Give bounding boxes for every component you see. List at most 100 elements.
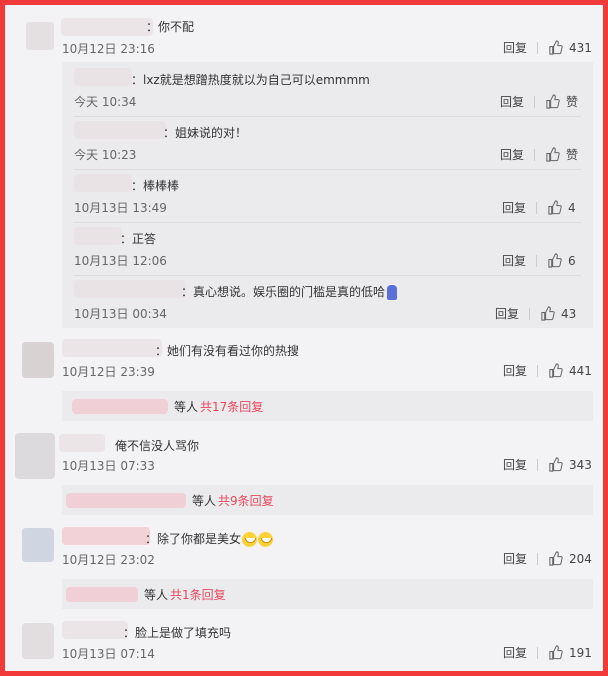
avatar[interactable] xyxy=(22,528,54,562)
blurred-username xyxy=(66,492,186,508)
divider xyxy=(529,307,531,320)
comment-actions: 回复 191 xyxy=(503,644,592,661)
reply-text: ：棒棒棒 xyxy=(131,179,180,193)
grin-emoji-icon xyxy=(242,532,258,547)
like-button[interactable]: 441 xyxy=(548,363,592,378)
divider xyxy=(74,222,581,223)
comment-time: 10月13日 07:33 xyxy=(62,459,155,473)
blurred-username xyxy=(72,398,168,414)
blurred-username[interactable] xyxy=(62,339,162,357)
more-replies-link[interactable]: 共9条回复 xyxy=(218,492,274,509)
reply-text: ：lxz就是想蹭热度就以为自己可以emmmm xyxy=(131,73,370,87)
comment-time: 10月12日 23:16 xyxy=(62,42,155,56)
thumbs-up-icon xyxy=(548,253,562,268)
reply-button[interactable]: 回复 xyxy=(500,93,524,110)
divider xyxy=(534,148,536,161)
avatar[interactable] xyxy=(15,433,55,479)
divider xyxy=(537,41,539,54)
thumbs-up-icon xyxy=(549,457,563,472)
thumbs-up-icon xyxy=(548,200,562,215)
comment-time: 10月12日 23:39 xyxy=(62,365,155,379)
reply-time: 10月13日 00:34 xyxy=(74,307,167,321)
blurred-username[interactable] xyxy=(62,527,150,545)
avatar[interactable] xyxy=(26,22,54,50)
like-count: 4 xyxy=(568,200,576,215)
like-button[interactable]: 4 xyxy=(547,200,576,215)
reply-time: 今天 10:23 xyxy=(74,148,137,162)
reply-button[interactable]: 回复 xyxy=(495,305,519,322)
like-button[interactable]: 431 xyxy=(548,40,592,55)
reply-time: 10月13日 13:49 xyxy=(74,201,167,215)
blurred-username[interactable] xyxy=(61,18,153,36)
like-count: 191 xyxy=(569,645,592,660)
reply-time: 10月13日 12:06 xyxy=(74,254,167,268)
like-label: 赞 xyxy=(566,148,579,162)
like-button[interactable]: 191 xyxy=(548,645,592,660)
comment-actions: 回复 431 xyxy=(503,39,592,56)
divider xyxy=(537,458,539,471)
more-replies-bar: 等人 共17条回复 xyxy=(62,391,593,421)
comment-time: 10月13日 07:14 xyxy=(62,647,155,661)
reply-actions: 回复 4 xyxy=(502,199,576,216)
thumbs-up-icon xyxy=(549,551,563,566)
reply-button[interactable]: 回复 xyxy=(502,252,526,269)
reply-actions: 回复 6 xyxy=(502,252,576,269)
hourglass-emoji-icon xyxy=(387,285,398,300)
more-replies-prefix: 等人 xyxy=(174,399,199,414)
blurred-username[interactable] xyxy=(74,227,122,245)
reply-button[interactable]: 回复 xyxy=(503,550,527,567)
like-count: 43 xyxy=(561,306,577,321)
reply-actions: 回复 赞 xyxy=(500,146,578,163)
blurred-username[interactable] xyxy=(74,280,186,298)
blurred-username[interactable] xyxy=(59,434,105,452)
like-count: 6 xyxy=(568,253,576,268)
more-replies-bar: 等人 共9条回复 xyxy=(62,485,593,515)
divider xyxy=(537,552,539,565)
divider xyxy=(536,201,538,214)
blurred-username xyxy=(66,586,138,602)
divider xyxy=(537,646,539,659)
reply-actions: 回复 赞 xyxy=(500,93,578,110)
more-replies-link[interactable]: 共17条回复 xyxy=(200,398,263,415)
like-button[interactable]: 43 xyxy=(540,306,576,321)
blurred-username[interactable] xyxy=(74,121,166,139)
more-replies-bar: 等人 共1条回复 xyxy=(62,579,593,609)
avatar[interactable] xyxy=(22,342,54,378)
reply-button[interactable]: 回复 xyxy=(502,199,526,216)
divider xyxy=(536,254,538,267)
like-count: 431 xyxy=(569,40,592,55)
like-button[interactable]: 204 xyxy=(548,551,592,566)
comment-panel: ：你不配 10月12日 23:16 回复 431 ：lxz就是想蹭热度就以为自己… xyxy=(0,0,608,676)
reply-button[interactable]: 回复 xyxy=(500,146,524,163)
like-button[interactable]: 赞 xyxy=(545,146,578,163)
reply-button[interactable]: 回复 xyxy=(503,39,527,56)
blurred-username[interactable] xyxy=(74,68,132,86)
comment-text: ：你不配 xyxy=(146,20,195,34)
like-count: 441 xyxy=(569,363,592,378)
blurred-username[interactable] xyxy=(74,174,132,192)
more-replies-link[interactable]: 共1条回复 xyxy=(170,586,226,603)
reply-button[interactable]: 回复 xyxy=(503,644,527,661)
reply-button[interactable]: 回复 xyxy=(503,362,527,379)
divider xyxy=(74,275,581,276)
reply-button[interactable]: 回复 xyxy=(503,456,527,473)
avatar[interactable] xyxy=(22,623,54,659)
divider xyxy=(74,169,581,170)
comment-actions: 回复 204 xyxy=(503,550,592,567)
comment-text: 俺不信没人骂你 xyxy=(115,439,200,453)
like-label: 赞 xyxy=(566,95,579,109)
thumbs-up-icon xyxy=(549,40,563,55)
blurred-username[interactable] xyxy=(62,621,128,639)
grin-emoji-icon xyxy=(258,532,274,547)
reply-actions: 回复 43 xyxy=(495,305,576,322)
comment-actions: 回复 441 xyxy=(503,362,592,379)
like-button[interactable]: 343 xyxy=(548,457,592,472)
like-count: 204 xyxy=(569,551,592,566)
like-button[interactable]: 赞 xyxy=(545,93,578,110)
thumbs-up-icon xyxy=(549,363,563,378)
comment-text: ：脸上是做了填充吗 xyxy=(123,626,232,640)
reply-text: ：姐妹说的对！ xyxy=(163,126,248,140)
divider xyxy=(534,95,536,108)
like-button[interactable]: 6 xyxy=(547,253,576,268)
divider xyxy=(537,364,539,377)
